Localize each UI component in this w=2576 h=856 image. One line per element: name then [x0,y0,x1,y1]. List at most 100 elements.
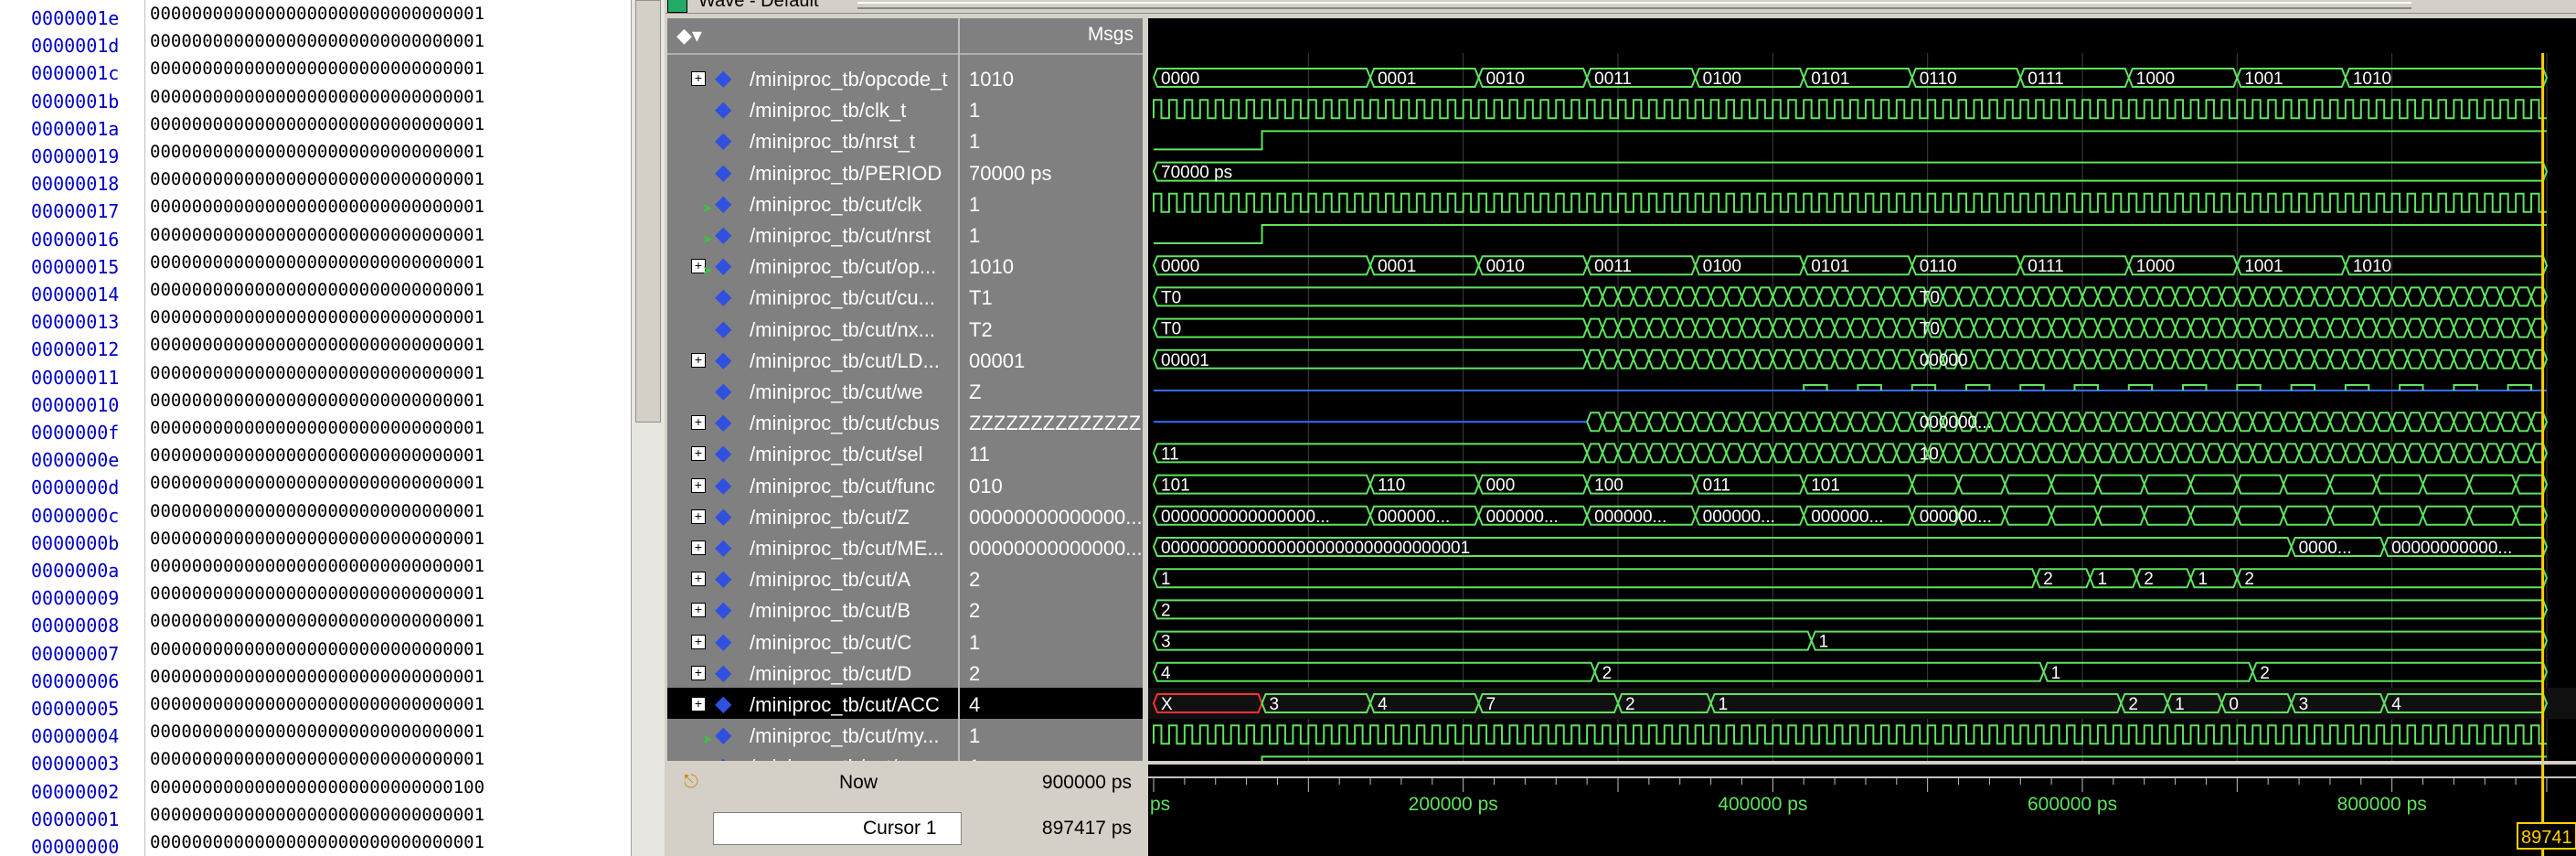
bus-segment [2422,348,2440,369]
signal-value-row[interactable]: Z [960,375,1143,406]
signal-value-row[interactable]: 1 [960,124,1143,155]
memory-value: 00000000000000000000000000000001 [150,473,485,494]
signal-value-row[interactable]: 2 [960,594,1143,625]
bus-segment [2189,474,2239,495]
bus-segment [1616,286,1635,307]
titlebar-grip[interactable] [857,2,2411,9]
signal-row[interactable]: ◆ /miniproc_tb/PERIOD [667,156,958,187]
expand-icon[interactable]: + [691,697,706,712]
bus-segment [2344,412,2362,433]
memory-value: 00000000000000000000000000000001 [150,362,485,383]
signal-value-row[interactable]: T1 [960,281,1143,312]
signal-value-row[interactable]: 010 [960,469,1143,500]
signal-row[interactable]: + ◆ /miniproc_tb/cut/A [667,562,958,594]
signal-row[interactable]: ◆ /miniproc_tb/cut/nx... [667,313,958,344]
bus-segment [2328,474,2378,495]
signal-row[interactable]: + ◆ /miniproc_tb/cut/LD... [667,344,958,375]
bus-segment [2484,348,2502,369]
memory-address: 00000009 [31,587,120,610]
bus-value-label: 2 [1161,601,1171,620]
signal-row[interactable]: + ◆ /miniproc_tb/cut/ACC [667,688,958,719]
signal-value-row[interactable]: 2 [960,562,1143,594]
signal-row[interactable]: ◆ /miniproc_tb/clk_t [667,93,958,124]
bus-segment [2174,317,2192,338]
bus-segment [1772,348,1790,369]
signal-row[interactable]: ◆ /miniproc_tb/cut/we [667,375,958,406]
signal-row[interactable]: + ◆ /miniproc_tb/cut/B [667,594,958,625]
expand-icon[interactable]: + [691,415,706,431]
memory-address: 0000000d [31,476,120,499]
signal-value-row[interactable]: 00000000000000... [960,531,1143,562]
signal-value-row[interactable]: 00001 [960,344,1143,375]
signal-value: 00001 [969,348,1026,372]
bus-segment [2189,286,2208,307]
waveform-canvas[interactable]: 0000 0001 0010 0011 0100 0101 0110 0111 1000 1001… [1148,18,2576,761]
signal-row[interactable]: + ◆ /miniproc_tb/cut/D [667,657,958,688]
expand-icon[interactable]: + [691,634,706,649]
signal-row[interactable]: ◆ /miniproc_tb/cut/cu... [667,281,958,312]
signal-row[interactable]: + ➤ ◆/miniproc_tb/cut/op... [667,250,958,281]
bus-segment [1678,412,1697,433]
signal-value-row[interactable]: 1 [960,750,1143,761]
bus-segment [1663,317,1681,338]
expand-icon[interactable]: + [691,508,706,524]
signal-row[interactable]: + ◆ /miniproc_tb/cut/cbus [667,406,958,437]
expand-icon[interactable]: + [691,603,706,618]
bus-segment [1818,286,1836,307]
bus-segment [1725,412,1743,433]
signal-row[interactable]: ◆ /miniproc_tb/nrst_t [667,124,958,155]
signal-value-row[interactable]: T2 [960,313,1143,344]
expand-icon[interactable]: + [691,477,706,493]
signal-value-row[interactable]: 1 [960,93,1143,124]
memory-scrollbar-thumb[interactable] [635,0,661,423]
bus-segment [2096,348,2114,369]
bus-segment [2313,317,2332,338]
signal-group-icon[interactable]: ◆▾ [676,24,702,48]
signal-row[interactable]: + ◆ /miniproc_tb/cut/ME... [667,531,958,562]
expand-icon[interactable]: + [691,446,706,462]
bus-segment [1988,443,2007,464]
signal-row[interactable]: ➤◆/miniproc_tb/cut/my... [667,750,958,761]
signal-value-row[interactable]: 1 [960,719,1143,750]
bus-value-label: 1 [1719,695,1729,714]
expand-icon[interactable]: + [691,665,706,680]
time-ruler[interactable]: ps 200000 ps 400000 ps 600000 ps 800000 ps 89… [1148,765,2576,856]
signal-row[interactable]: + ◆ /miniproc_tb/cut/sel [667,437,958,468]
signal-row[interactable]: ➤◆/miniproc_tb/cut/my... [667,719,958,750]
bus-segment [2468,412,2486,433]
signal-value: 1 [969,224,981,247]
expand-icon[interactable]: + [691,352,706,368]
time-status-area: ⎋ Now 900000 ps Cursor 1 897417 ps ps 200… [665,765,2576,856]
signal-row[interactable]: ➤ ◆ /miniproc_tb/cut/clk [667,187,958,219]
signal-row[interactable]: ➤ ◆ /miniproc_tb/cut/nrst [667,219,958,250]
signal-value-row[interactable]: 1 [960,219,1143,250]
bus-segment [1725,443,1743,464]
bus-segment [2283,412,2301,433]
signal-value-row[interactable]: 1 [960,187,1143,219]
signal-name: /miniproc_tb/clk_t [750,99,907,123]
bus-segment [2143,443,2161,464]
signal-row[interactable]: + ◆ /miniproc_tb/cut/func [667,469,958,500]
memory-row[interactable]: 00000000 00000000000000000000000000000001 [0,832,631,856]
signal-value-row[interactable]: ZZZZZZZZZZZZZZ... [960,406,1143,437]
expand-icon[interactable]: + [691,572,706,587]
expand-icon[interactable]: + [691,540,706,555]
memory-list-panel: 0000001e 00000000000000000000000000000001… [0,0,632,856]
signal-value-row[interactable]: 1 [960,626,1143,657]
cursor-row[interactable]: Cursor 1 897417 ps [665,810,1148,847]
expand-icon[interactable]: + [691,71,706,86]
bus-segment [2004,317,2022,338]
memory-scrollbar[interactable] [631,0,665,856]
signal-value-row[interactable]: 1010 [960,250,1143,281]
signal-value-row[interactable]: 2 [960,657,1143,688]
signal-row[interactable]: + ◆ /miniproc_tb/cut/C [667,626,958,657]
signal-value-row[interactable]: 11 [960,437,1143,468]
signal-row[interactable]: + ◆ /miniproc_tb/opcode_t [667,62,958,93]
signal-value-row[interactable]: 00000000000000... [960,500,1143,531]
waveform-pane[interactable]: 0000 0001 0010 0011 0100 0101 0110 0111 1000 1001… [1148,18,2576,761]
signal-value-row[interactable]: 1010 [960,62,1143,93]
signal-value-row[interactable]: 4 [960,688,1143,719]
signal-value-row[interactable]: 70000 ps [960,156,1143,187]
signal-row[interactable]: + ◆ /miniproc_tb/cut/Z [667,500,958,531]
time-ruler-canvas[interactable]: ps 200000 ps 400000 ps 600000 ps 800000 ps 89… [1148,765,2576,856]
